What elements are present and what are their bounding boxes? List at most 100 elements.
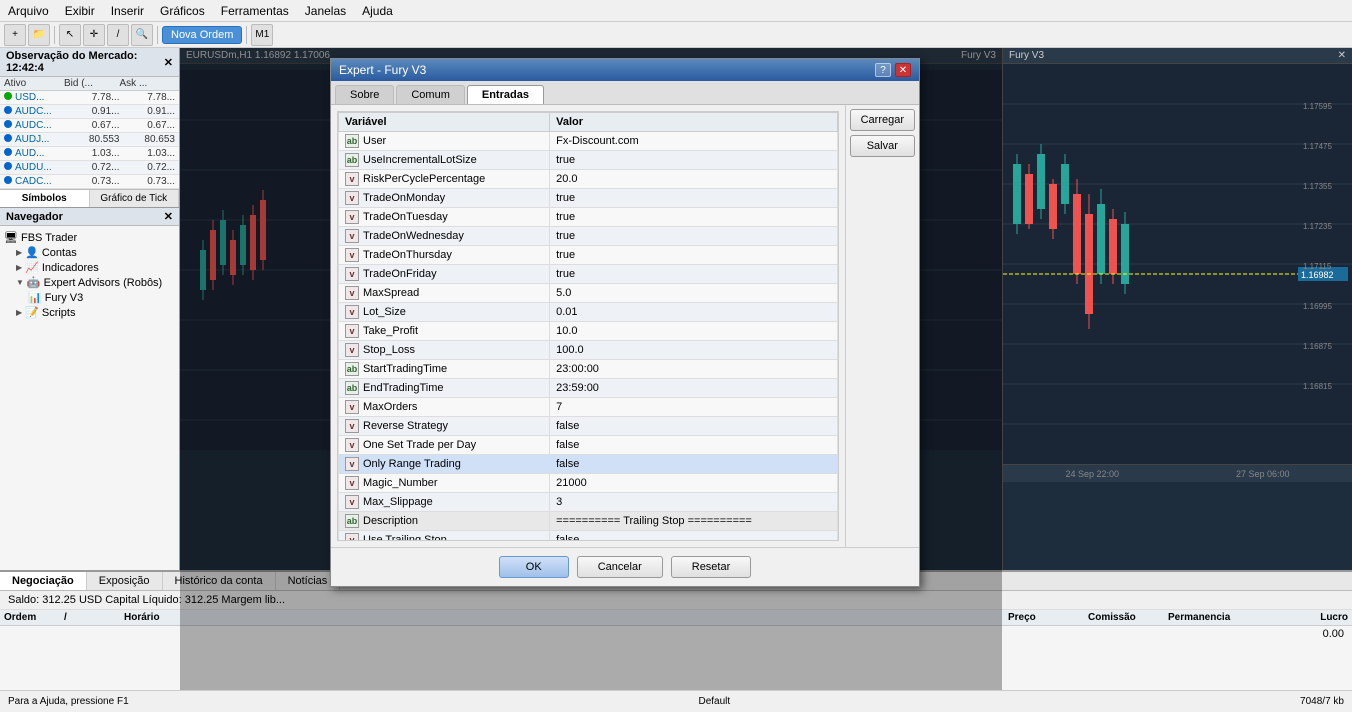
param-row-6[interactable]: vTradeOnThursday true <box>339 246 838 265</box>
bottom-tab-exposicao[interactable]: Exposição <box>87 572 163 590</box>
param-row-5[interactable]: vTradeOnWednesday true <box>339 227 838 246</box>
tab-comum[interactable]: Comum <box>396 85 465 104</box>
tab-entradas[interactable]: Entradas <box>467 85 544 104</box>
svg-text:1.17235: 1.17235 <box>1303 222 1332 231</box>
ok-button[interactable]: OK <box>499 556 569 578</box>
market-row-4[interactable]: AUD... 1.03... 1.03... <box>0 147 179 161</box>
param-row-1[interactable]: abUseIncrementalLotSize true <box>339 151 838 170</box>
params-scroll-area[interactable]: Variável Valor abUser Fx-Discount <box>337 111 839 541</box>
salvar-button[interactable]: Salvar <box>850 135 915 157</box>
icon-1: ab <box>345 153 359 167</box>
param-row-17[interactable]: vOnly Range Trading false <box>339 455 838 474</box>
param-row-0[interactable]: abUser Fx-Discount.com <box>339 132 838 151</box>
toolbar-cursor[interactable]: ↖ <box>59 24 81 46</box>
svg-text:1.16995: 1.16995 <box>1303 302 1332 311</box>
dialog-title: Expert - Fury V3 <box>339 63 426 77</box>
param-row-9[interactable]: vLot_Size 0.01 <box>339 303 838 322</box>
param-row-2[interactable]: vRiskPerCyclePercentage 20.0 <box>339 170 838 189</box>
menu-janelas[interactable]: Janelas <box>305 4 346 18</box>
param-row-11[interactable]: vStop_Loss 100.0 <box>339 341 838 360</box>
toolbar-sep2 <box>157 26 158 44</box>
market-row-0[interactable]: USD... 7.78... 7.78... <box>0 91 179 105</box>
menu-graficos[interactable]: Gráficos <box>160 4 205 18</box>
icon-3: v <box>345 191 359 205</box>
dialog-close-button[interactable]: ✕ <box>895 63 911 77</box>
right-chart-x[interactable]: ✕ <box>1338 50 1346 61</box>
nav-item-contas[interactable]: ▶ 👤 Contas <box>4 245 175 260</box>
market-row-2[interactable]: AUDC... 0.67... 0.67... <box>0 119 179 133</box>
menu-ferramentas[interactable]: Ferramentas <box>221 4 289 18</box>
nav-item-scripts[interactable]: ▶ 📝 Scripts <box>4 305 175 320</box>
icon-14: v <box>345 400 359 414</box>
nav-label-fury: Fury V3 <box>45 292 84 304</box>
nav-triangle-scripts: ▶ <box>16 308 22 317</box>
nav-tree: 🖥 FBS Trader ▶ 👤 Contas ▶ 📈 Indicadores <box>0 226 179 324</box>
icon-18: v <box>345 476 359 490</box>
col-lucro: Lucro <box>1268 612 1348 623</box>
tab-sobre[interactable]: Sobre <box>335 85 394 104</box>
param-row-13[interactable]: abEndTradingTime 23:59:00 <box>339 379 838 398</box>
svg-text:1.17595: 1.17595 <box>1303 102 1332 111</box>
navigator-title: Navegador <box>6 211 63 223</box>
default-text: Default <box>699 696 731 707</box>
nav-item-indicadores[interactable]: ▶ 📈 Indicadores <box>4 260 175 275</box>
param-row-19[interactable]: vMax_Slippage 3 <box>339 493 838 512</box>
param-row-18[interactable]: vMagic_Number 21000 <box>339 474 838 493</box>
nav-label-experts: Expert Advisors (Robôs) <box>44 277 163 289</box>
right-time-scale: 24 Sep 22:00 27 Sep 06:00 <box>1003 464 1352 482</box>
nav-label-contas: Contas <box>42 247 77 259</box>
market-row-6[interactable]: CADC... 0.73... 0.73... <box>0 175 179 189</box>
menu-inserir[interactable]: Inserir <box>111 4 144 18</box>
param-row-14[interactable]: vMaxOrders 7 <box>339 398 838 417</box>
tab-simbolos[interactable]: Símbolos <box>0 190 90 207</box>
toolbar-sep1 <box>54 26 55 44</box>
market-watch-close[interactable]: ✕ <box>164 56 173 69</box>
menu-ajuda[interactable]: Ajuda <box>362 4 393 18</box>
market-row-3[interactable]: AUDJ... 80.553 80.653 <box>0 133 179 147</box>
nav-icon-contas: 👤 <box>25 246 39 259</box>
nav-item-experts[interactable]: ▼ 🤖 Expert Advisors (Robôs) <box>4 275 175 290</box>
toolbar-new[interactable]: + <box>4 24 26 46</box>
icon-20: ab <box>345 514 359 528</box>
tab-grafico-tick[interactable]: Gráfico de Tick <box>90 190 180 207</box>
param-row-21[interactable]: vUse Trailing Stop false <box>339 531 838 542</box>
nav-icon-fbs: 🖥 <box>4 231 18 244</box>
param-row-15[interactable]: vReverse Strategy false <box>339 417 838 436</box>
market-table-header: Ativo Bid (... Ask ... <box>0 77 179 91</box>
toolbar-line[interactable]: / <box>107 24 129 46</box>
toolbar-open[interactable]: 📁 <box>28 24 50 46</box>
param-row-4[interactable]: vTradeOnTuesday true <box>339 208 838 227</box>
col-ordem: Ordem <box>4 612 64 623</box>
cancelar-button[interactable]: Cancelar <box>577 556 663 578</box>
menu-arquivo[interactable]: Arquivo <box>8 4 49 18</box>
market-row-5[interactable]: AUDU... 0.72... 0.72... <box>0 161 179 175</box>
nova-ordem-button[interactable]: Nova Ordem <box>162 26 242 44</box>
bottom-tab-negociacao[interactable]: Negociação <box>0 572 87 590</box>
param-row-12[interactable]: abStartTradingTime 23:00:00 <box>339 360 838 379</box>
carregar-button[interactable]: Carregar <box>850 109 915 131</box>
svg-text:1.17475: 1.17475 <box>1303 142 1332 151</box>
navigator-close[interactable]: ✕ <box>164 210 173 223</box>
col-variable: Variável <box>339 113 550 132</box>
dialog-help-button[interactable]: ? <box>875 63 891 77</box>
market-row-1[interactable]: AUDC... 0.91... 0.91... <box>0 105 179 119</box>
param-row-8[interactable]: vMaxSpread 5.0 <box>339 284 838 303</box>
icon-11: v <box>345 343 359 357</box>
icon-4: v <box>345 210 359 224</box>
icon-6: v <box>345 248 359 262</box>
nav-item-fury[interactable]: 📊 Fury V3 <box>4 290 175 305</box>
dialog-inner: Variável Valor abUser Fx-Discount <box>331 105 919 547</box>
nav-item-fbs[interactable]: 🖥 FBS Trader <box>4 230 175 245</box>
toolbar-cross[interactable]: ✛ <box>83 24 105 46</box>
param-row-3[interactable]: vTradeOnMonday true <box>339 189 838 208</box>
toolbar-zoom[interactable]: 🔍 <box>131 24 153 46</box>
market-watch-title: Observação do Mercado: 12:42:4 <box>6 50 164 74</box>
menu-exibir[interactable]: Exibir <box>65 4 95 18</box>
param-row-20[interactable]: abDescription ========== Trailing Stop =… <box>339 512 838 531</box>
param-row-16[interactable]: vOne Set Trade per Day false <box>339 436 838 455</box>
param-row-7[interactable]: vTradeOnFriday true <box>339 265 838 284</box>
toolbar-m1[interactable]: M1 <box>251 24 273 46</box>
memory-text: 7048/7 kb <box>1300 696 1344 707</box>
param-row-10[interactable]: vTake_Profit 10.0 <box>339 322 838 341</box>
resetar-button[interactable]: Resetar <box>671 556 752 578</box>
